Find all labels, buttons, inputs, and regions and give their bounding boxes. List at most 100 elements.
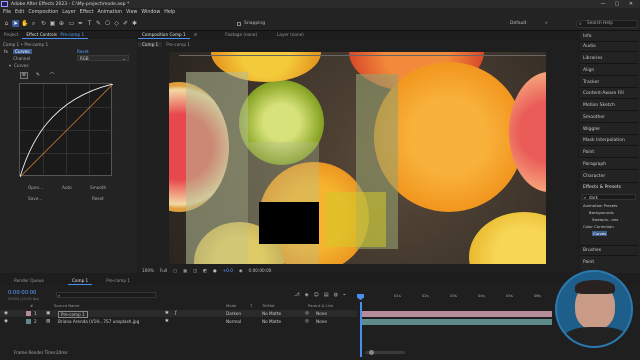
camera-tool-icon[interactable]: ▣ xyxy=(49,20,56,27)
curve-shape-icon[interactable]: ⌒ xyxy=(48,72,56,79)
timeline-timecode[interactable]: 0:00:00:00 xyxy=(8,290,36,296)
panel-libraries[interactable]: Libraries xyxy=(580,56,638,61)
minimize-button[interactable]: — xyxy=(596,0,610,8)
clone-stamp-tool-icon[interactable]: ⎔ xyxy=(104,20,111,27)
layer-parent[interactable]: None xyxy=(316,318,327,325)
pen-tool-icon[interactable]: ✒ xyxy=(77,20,84,27)
menu-composition[interactable]: Composition xyxy=(28,10,58,15)
table-row[interactable]: ◉ 1 ▣ Pre-comp 1 ✱ ƒ Darken No Matte ◎ N… xyxy=(0,310,357,318)
graph-editor-icon[interactable]: ⌁ xyxy=(343,292,346,298)
fx-switch-icon[interactable]: ƒ xyxy=(175,310,177,317)
panel-wiggler[interactable]: Wiggler xyxy=(580,127,638,132)
layer-color-label[interactable] xyxy=(26,319,31,324)
panel-audio[interactable]: Audio xyxy=(580,44,638,49)
color-channels-icon[interactable]: ● xyxy=(213,268,217,273)
zoom-tool-icon[interactable]: ⌕ xyxy=(30,20,37,27)
layer-trkmat[interactable]: No Matte xyxy=(262,318,281,325)
mask-path-icon[interactable]: ◫ xyxy=(193,268,197,273)
tree-backgrounds[interactable]: Backgrounds xyxy=(580,210,638,215)
composition-viewer[interactable] xyxy=(169,52,546,264)
panel-smoother[interactable]: Smoother xyxy=(580,115,638,120)
panel-align[interactable]: Align xyxy=(580,68,638,73)
panel-effects-presets[interactable]: Effects & Presets xyxy=(580,185,638,190)
puppet-tool-icon[interactable]: ✱ xyxy=(131,20,138,27)
menu-layer[interactable]: Layer xyxy=(62,10,75,15)
menu-animation[interactable]: Animation xyxy=(97,10,121,15)
menu-file[interactable]: File xyxy=(3,10,11,15)
subtab-pre-comp-1[interactable]: Pre-comp 1 xyxy=(162,42,194,47)
shy-switch-icon[interactable]: ✱ xyxy=(165,318,169,325)
layer-name[interactable]: Briana Arenda (V1H...7S7 unsplash.jpg xyxy=(58,318,139,325)
motion-blur-icon[interactable]: ◍ xyxy=(334,292,338,298)
eraser-tool-icon[interactable]: ◇ xyxy=(113,20,120,27)
tab-footage[interactable]: Footage (none) xyxy=(221,31,261,39)
subtab-comp-1[interactable]: Comp 1 xyxy=(138,41,163,47)
tab-timeline-comp-1[interactable]: Comp 1 xyxy=(68,277,93,285)
effect-reset-link[interactable]: Reset xyxy=(77,49,89,54)
shy-switch-icon[interactable]: ✱ xyxy=(165,310,169,317)
pencil-icon[interactable]: ✎ xyxy=(34,72,42,79)
brush-tool-icon[interactable]: ✎ xyxy=(95,20,102,27)
tab-timeline-pre-comp-1[interactable]: Pre-comp 1 xyxy=(102,277,134,285)
tab-render-queue[interactable]: Render Queue xyxy=(10,277,48,285)
timeline-zoom-handle[interactable] xyxy=(369,350,374,355)
layer-trkmat[interactable]: No Matte xyxy=(262,310,281,317)
panel-character[interactable]: Character xyxy=(580,174,638,179)
timeline-search-input[interactable]: ⌕ xyxy=(56,292,156,298)
curves-save-button[interactable]: Save... xyxy=(28,196,42,201)
menu-effect[interactable]: Effect xyxy=(80,10,94,15)
effect-name[interactable]: Curves xyxy=(13,49,32,54)
curves-auto-button[interactable]: Auto xyxy=(62,185,72,190)
tab-effect-controls[interactable]: Effect Controls Pre-comp 1 xyxy=(22,31,89,39)
layer-name[interactable]: Pre-comp 1 xyxy=(58,311,88,318)
panel-motion-sketch[interactable]: Motion Sketch xyxy=(580,103,638,108)
panel-content-aware-fill[interactable]: Content-Aware Fill xyxy=(580,91,638,96)
panel-brushes[interactable]: Brushes xyxy=(580,248,638,253)
home-icon[interactable]: ⌂ xyxy=(3,20,10,27)
menu-view[interactable]: View xyxy=(126,10,137,15)
selection-tool-icon[interactable]: ➤ xyxy=(12,20,19,27)
panel-paint-2[interactable]: Paint xyxy=(580,260,638,265)
zoom-select[interactable]: 100% xyxy=(142,268,154,273)
timeline-zoom-slider[interactable] xyxy=(365,350,405,355)
resolution-select[interactable]: Full xyxy=(160,268,167,273)
panel-paint[interactable]: Paint xyxy=(580,150,638,155)
tree-animation-presets[interactable]: Animation Presets xyxy=(580,203,638,208)
effects-search-input[interactable]: ⌕ dark xyxy=(582,194,636,200)
curves-open-button[interactable]: Open... xyxy=(28,185,43,190)
curves-reset-button[interactable]: Reset xyxy=(92,196,104,201)
panel-info[interactable]: Info xyxy=(580,34,638,39)
layer-mode[interactable]: Normal xyxy=(226,318,241,325)
layer-color-label[interactable] xyxy=(26,311,31,316)
workspace-default[interactable]: Default xyxy=(510,21,526,26)
menu-window[interactable]: Window xyxy=(141,10,160,15)
tree-sweeping-lines[interactable]: Sweepin...nes xyxy=(580,217,638,222)
fx-label[interactable]: fx xyxy=(4,49,8,54)
exposure-value[interactable]: +0.0 xyxy=(223,268,233,273)
layer-mode[interactable]: Darken xyxy=(226,310,241,317)
tab-composition[interactable]: Composition Comp 1 xyxy=(138,31,190,39)
tab-layer[interactable]: Layer (none) xyxy=(273,31,308,39)
tree-curves[interactable]: Curves xyxy=(580,231,638,236)
table-row[interactable]: ◉ 2 ▨ Briana Arenda (V1H...7S7 unsplash.… xyxy=(0,318,357,325)
snapping-checkbox[interactable] xyxy=(237,22,241,26)
channel-select[interactable]: RGB ⌄ xyxy=(77,55,129,61)
viewer-timecode[interactable]: 0:00:00:00 xyxy=(249,268,272,273)
panel-mask-interpolation[interactable]: Mask Interpolation xyxy=(580,138,638,143)
frame-blending-icon[interactable]: ▤ xyxy=(324,292,329,298)
roto-brush-tool-icon[interactable]: ✐ xyxy=(122,20,129,27)
curves-smooth-button[interactable]: Smooth xyxy=(90,185,106,190)
curves-graph[interactable] xyxy=(19,83,114,178)
shy-layers-icon[interactable]: ☺ xyxy=(314,292,319,298)
hand-tool-icon[interactable]: ✋ xyxy=(21,20,28,27)
3d-view-icon[interactable]: ◩ xyxy=(203,268,207,273)
pan-behind-tool-icon[interactable]: ⊕ xyxy=(58,20,65,27)
workspace-more[interactable]: » xyxy=(545,21,548,26)
type-tool-icon[interactable]: T xyxy=(86,20,93,27)
close-button[interactable]: ✕ xyxy=(624,0,638,8)
layer-bar-image[interactable] xyxy=(362,319,552,325)
menu-help[interactable]: Help xyxy=(164,10,175,15)
transparency-grid-icon[interactable]: ▦ xyxy=(183,268,187,273)
disclosure-triangle-icon[interactable]: ▾ xyxy=(9,63,11,68)
maximize-button[interactable]: ▢ xyxy=(610,0,624,8)
